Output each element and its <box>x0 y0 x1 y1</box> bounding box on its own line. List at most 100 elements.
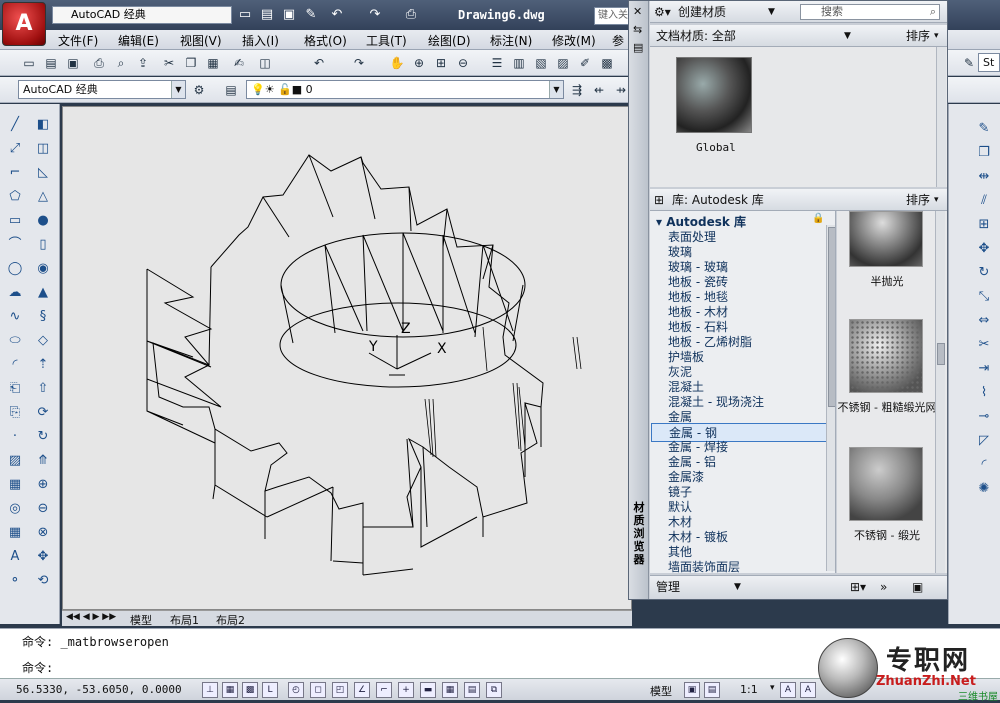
offset-icon[interactable]: ⫽ <box>973 190 995 212</box>
quick-properties-icon[interactable]: ▤ <box>464 682 480 698</box>
redo-icon[interactable]: ↷ <box>366 6 384 24</box>
menu-insert[interactable]: 插入(I) <box>242 32 279 49</box>
gradient-icon[interactable]: ▦ <box>4 474 26 496</box>
application-menu-button[interactable]: A <box>2 2 46 46</box>
loft-icon[interactable]: ⤊ <box>32 450 54 472</box>
lineweight-icon[interactable]: ▬ <box>420 682 436 698</box>
paste-icon[interactable]: ▦ <box>204 54 222 72</box>
plot-icon[interactable]: ⎙ <box>402 6 420 24</box>
global-material-swatch[interactable] <box>676 57 752 133</box>
menu-param[interactable]: 参 <box>612 32 624 49</box>
tree-item[interactable]: 墙面装饰面层 <box>668 558 740 573</box>
model-space-label[interactable]: 模型 <box>650 683 672 699</box>
properties-icon[interactable]: ▤ <box>633 41 643 54</box>
create-material-icon[interactable]: ⚙▾ <box>654 1 671 23</box>
quick-view-layouts-icon[interactable]: ▣ <box>684 682 700 698</box>
union-icon[interactable]: ⊕ <box>32 474 54 496</box>
coordinate-readout[interactable]: 56.5330, -53.6050, 0.0000 <box>16 683 182 696</box>
subtract-icon[interactable]: ⊖ <box>32 498 54 520</box>
design-center-icon[interactable]: ▥ <box>510 54 528 72</box>
save-icon[interactable]: ▣ <box>64 54 82 72</box>
revolve-icon[interactable]: ↻ <box>32 426 54 448</box>
library-label[interactable]: 库: Autodesk 库 <box>672 189 764 211</box>
chevron-down-icon[interactable]: ▼ <box>768 1 775 23</box>
stretch-icon[interactable]: ⇔ <box>973 310 995 332</box>
tab-model[interactable]: 模型 <box>130 612 152 628</box>
document-materials-scrollbar[interactable] <box>936 47 946 187</box>
sweep-icon[interactable]: ⟳ <box>32 402 54 424</box>
publish-icon[interactable]: ⇪ <box>134 54 152 72</box>
zoom-window-icon[interactable]: ⊞ <box>432 54 450 72</box>
selection-cycling-icon[interactable]: ⧉ <box>486 682 502 698</box>
close-icon[interactable]: ✕ <box>633 5 642 18</box>
match-properties-icon[interactable]: ✍ <box>230 54 248 72</box>
ellipse-icon[interactable]: ⬭ <box>4 330 26 352</box>
helix-icon[interactable]: § <box>32 306 54 328</box>
chevron-down-icon[interactable]: ▾ <box>934 189 939 211</box>
revision-cloud-icon[interactable]: ☁ <box>4 282 26 304</box>
intersect-icon[interactable]: ⊗ <box>32 522 54 544</box>
undo-icon[interactable]: ↶ <box>328 6 346 24</box>
menu-dimension[interactable]: 标注(N) <box>490 32 532 49</box>
3d-rotate-icon[interactable]: ⟲ <box>32 570 54 592</box>
explode-icon[interactable]: ✺ <box>973 478 995 500</box>
planar-surface-icon[interactable]: ◇ <box>32 330 54 352</box>
menu-modify[interactable]: 修改(M) <box>552 32 596 49</box>
tab-layout1[interactable]: 布局1 <box>170 612 199 628</box>
tree-scrollbar-thumb[interactable] <box>828 227 835 407</box>
array-icon[interactable]: ⊞ <box>973 214 995 236</box>
annotation-scale[interactable]: 1:1 <box>740 683 758 696</box>
auto-hide-icon[interactable]: ⇆ <box>633 23 642 36</box>
properties-icon[interactable]: ☰ <box>488 54 506 72</box>
menu-edit[interactable]: 编辑(E) <box>118 32 159 49</box>
drawing-canvas[interactable]: Y Z X <box>62 106 632 610</box>
sheet-set-icon[interactable]: ▨ <box>554 54 572 72</box>
cylinder-icon[interactable]: ▯ <box>32 234 54 256</box>
chevron-down-icon[interactable]: ▼ <box>844 25 851 47</box>
new-icon[interactable]: ▭ <box>236 6 254 24</box>
chevron-down-icon[interactable]: ▼ <box>734 576 741 598</box>
library-sort-label[interactable]: 排序 <box>906 189 930 211</box>
view-mode-icon[interactable]: ⊞▾ <box>850 576 866 598</box>
gear-icon[interactable]: ⚙ <box>190 81 208 99</box>
rectangle-icon[interactable]: ▭ <box>4 210 26 232</box>
library-icon[interactable]: ⊞ <box>654 189 664 211</box>
material-search-input[interactable]: 搜索 ⌕ <box>800 4 940 20</box>
swatch-scrollbar[interactable] <box>935 211 945 573</box>
copy-object-icon[interactable]: ❐ <box>973 142 995 164</box>
polyline-icon[interactable]: ⌐ <box>4 162 26 184</box>
cut-icon[interactable]: ✂ <box>160 54 178 72</box>
circle-icon[interactable]: ◯ <box>4 258 26 280</box>
arc-icon[interactable]: ⌒ <box>4 234 26 256</box>
swatch-semi-polished[interactable] <box>849 211 923 267</box>
otrack-icon[interactable]: ∠ <box>354 682 370 698</box>
multiline-text-icon[interactable]: A <box>4 546 26 568</box>
torus-icon[interactable]: ◉ <box>32 258 54 280</box>
transparency-icon[interactable]: ▦ <box>442 682 458 698</box>
region-icon[interactable]: ◎ <box>4 498 26 520</box>
hatch-icon[interactable]: ▨ <box>4 450 26 472</box>
layer-previous-icon[interactable]: ⇷ <box>590 81 608 99</box>
chevron-down-icon[interactable]: ▾ <box>934 25 939 47</box>
menu-tools[interactable]: 工具(T) <box>366 32 407 49</box>
document-sort-label[interactable]: 排序 <box>906 25 930 47</box>
polygon-icon[interactable]: ⬠ <box>4 186 26 208</box>
copy-icon[interactable]: ❐ <box>182 54 200 72</box>
polar-icon[interactable]: ◴ <box>288 682 304 698</box>
calculator-icon[interactable]: ▩ <box>598 54 616 72</box>
break-icon[interactable]: ⌇ <box>973 382 995 404</box>
table-icon[interactable]: ▦ <box>4 522 26 544</box>
workspace-combo[interactable]: AutoCAD 经典 <box>52 6 232 24</box>
preview-icon[interactable]: ⌕ <box>112 54 130 72</box>
text-style-combo[interactable]: St <box>978 53 1000 72</box>
make-current-layer-icon[interactable]: ⇶ <box>568 81 586 99</box>
tree-scrollbar[interactable] <box>826 225 835 571</box>
pyramid-icon[interactable]: ▲ <box>32 282 54 304</box>
redo-icon[interactable]: ↷ <box>350 54 368 72</box>
tab-layout2[interactable]: 布局2 <box>216 612 245 628</box>
slider-icon[interactable]: » <box>880 576 887 598</box>
open-icon[interactable]: ▤ <box>258 6 276 24</box>
annotation-visibility-icon[interactable]: A <box>780 682 796 698</box>
text-style-icon[interactable]: ✎ <box>960 54 978 72</box>
infer-constraints-icon[interactable]: ⊥ <box>202 682 218 698</box>
